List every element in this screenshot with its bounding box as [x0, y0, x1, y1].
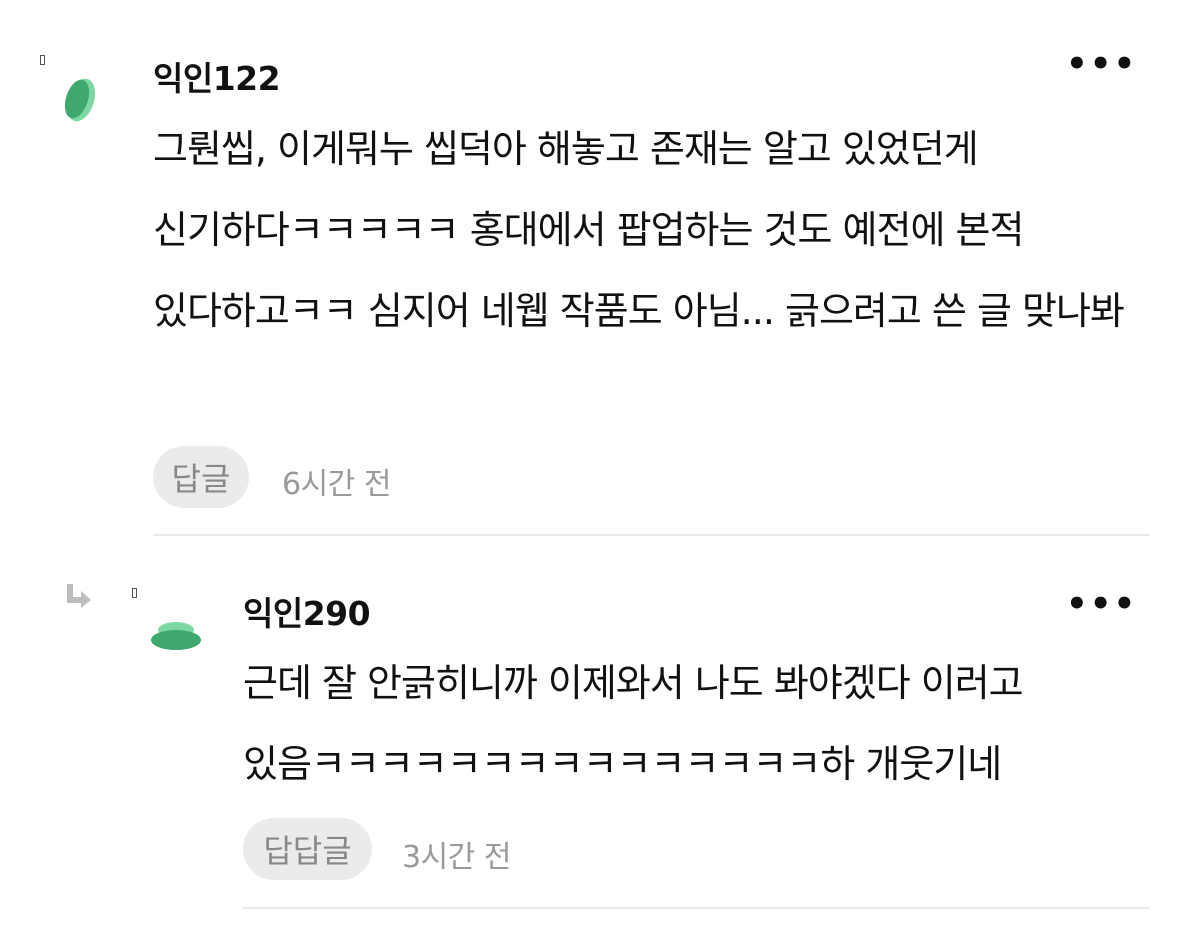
comment-text: 근데 잘 안긁히니까 이제와서 나도 봐야겠다 이러고 있음ㅋㅋㅋㅋㅋㅋㅋㅋㅋㅋ… [243, 661, 1024, 786]
author-name[interactable]: 익인290 [243, 587, 371, 635]
reply-button[interactable]: 답글 [153, 446, 249, 508]
divider [243, 907, 1149, 909]
reply-comment: 익인290 ••• 근데 잘 안긁히니까 이제와서 나도 봐야겠다 이러고 있음… [0, 540, 1179, 927]
comment: 익인122 ••• 그뤈씹, 이게뭐누 씹덕아 해놓고 존재는 알고 있었던게 … [0, 0, 1179, 540]
more-options-icon[interactable]: ••• [1066, 587, 1137, 621]
comment-marker-icon [132, 588, 137, 598]
comment-text: 그뤈씹, 이게뭐누 씹덕아 해놓고 존재는 알고 있었던게 신기하다ㅋㅋㅋㅋㅋ … [153, 127, 1125, 333]
reply-button[interactable]: 답답글 [243, 818, 372, 880]
comment-marker-icon [40, 55, 45, 65]
avatar-icon [64, 78, 96, 122]
author-name[interactable]: 익인122 [153, 52, 281, 100]
avatar-icon [151, 622, 201, 650]
comment-timestamp: 6시간 전 [282, 467, 391, 502]
reply-arrow-icon [67, 584, 91, 608]
comment-timestamp: 3시간 전 [402, 840, 511, 875]
more-options-icon[interactable]: ••• [1066, 47, 1137, 81]
divider [153, 534, 1149, 536]
